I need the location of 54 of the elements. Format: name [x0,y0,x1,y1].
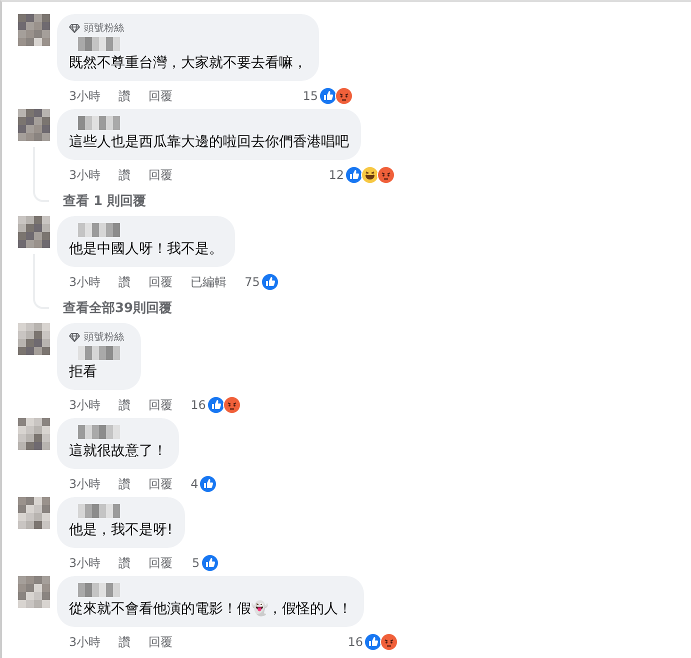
angry-face-icon [222,396,241,414]
comment-text: 這就很故意了！ [69,442,167,461]
angry-face-icon [377,166,395,184]
thumbs-up-icon [364,633,382,651]
reply-link[interactable]: 回覆 [148,396,173,414]
thumbs-up-icon [200,554,219,572]
time-label: 3小時 [69,396,101,414]
view-replies-link[interactable]: 查看全部39則回覆 [57,291,172,319]
reply-link[interactable]: 回覆 [148,274,173,290]
comment-text: 拒看 [69,363,97,382]
like-link[interactable]: 讚 [118,88,131,104]
time-label: 3小時 [69,274,101,290]
reply-link[interactable]: 回覆 [148,88,173,104]
comment-text: 這些人也是西瓜靠大邊的啦回去你們香港唱吧 [69,133,349,152]
comment-text: 從來就不會看他演的電影！假👻，假怪的人！ [69,600,352,619]
badge-label: 頭號粉絲 [84,22,124,35]
reply-link[interactable]: 回覆 [148,634,173,650]
like-link[interactable]: 讚 [118,476,131,492]
comment-text: 他是中國人呀！我不是。 [69,240,223,259]
reaction-count: 12 [328,168,344,182]
badge-label: 頭號粉絲 [84,330,124,344]
like-link[interactable]: 讚 [118,166,131,184]
reaction-count: 15 [302,89,318,103]
laughing-face-icon [361,166,379,184]
reply-link[interactable]: 回覆 [148,166,173,184]
like-link[interactable]: 讚 [118,396,131,414]
time-label: 3小時 [69,88,101,104]
reaction-count: 16 [348,635,363,649]
time-label: 3小時 [69,634,101,650]
thumbs-up-icon [260,273,279,291]
thumbs-up-icon [206,396,225,414]
reply-link[interactable]: 回覆 [148,554,173,572]
angry-face-icon [380,633,398,651]
thumbs-up-icon [199,475,218,493]
comment-text: 他是，我不是呀! [69,521,173,540]
reaction-count: 16 [190,398,206,412]
comment-text: 既然不尊重台灣，大家就不要去看嘛， [69,54,307,73]
edited-label: 已編輯 [190,274,227,290]
diamond-icon [69,24,80,32]
reply-link[interactable]: 回覆 [148,476,173,492]
diamond-icon [69,332,80,342]
angry-face-icon [335,87,353,105]
reaction-count: 5 [192,556,200,570]
like-link[interactable]: 讚 [118,634,131,650]
thumbs-up-icon [319,87,337,105]
like-link[interactable]: 讚 [118,274,131,290]
reaction-count: 75 [244,275,260,289]
time-label: 3小時 [69,554,101,572]
time-label: 3小時 [69,166,101,184]
like-link[interactable]: 讚 [118,554,131,572]
view-replies-link[interactable]: 查看 1 則回覆 [57,184,146,212]
reaction-count: 4 [190,477,198,491]
time-label: 3小時 [69,476,101,492]
thumbs-up-icon [345,166,363,184]
